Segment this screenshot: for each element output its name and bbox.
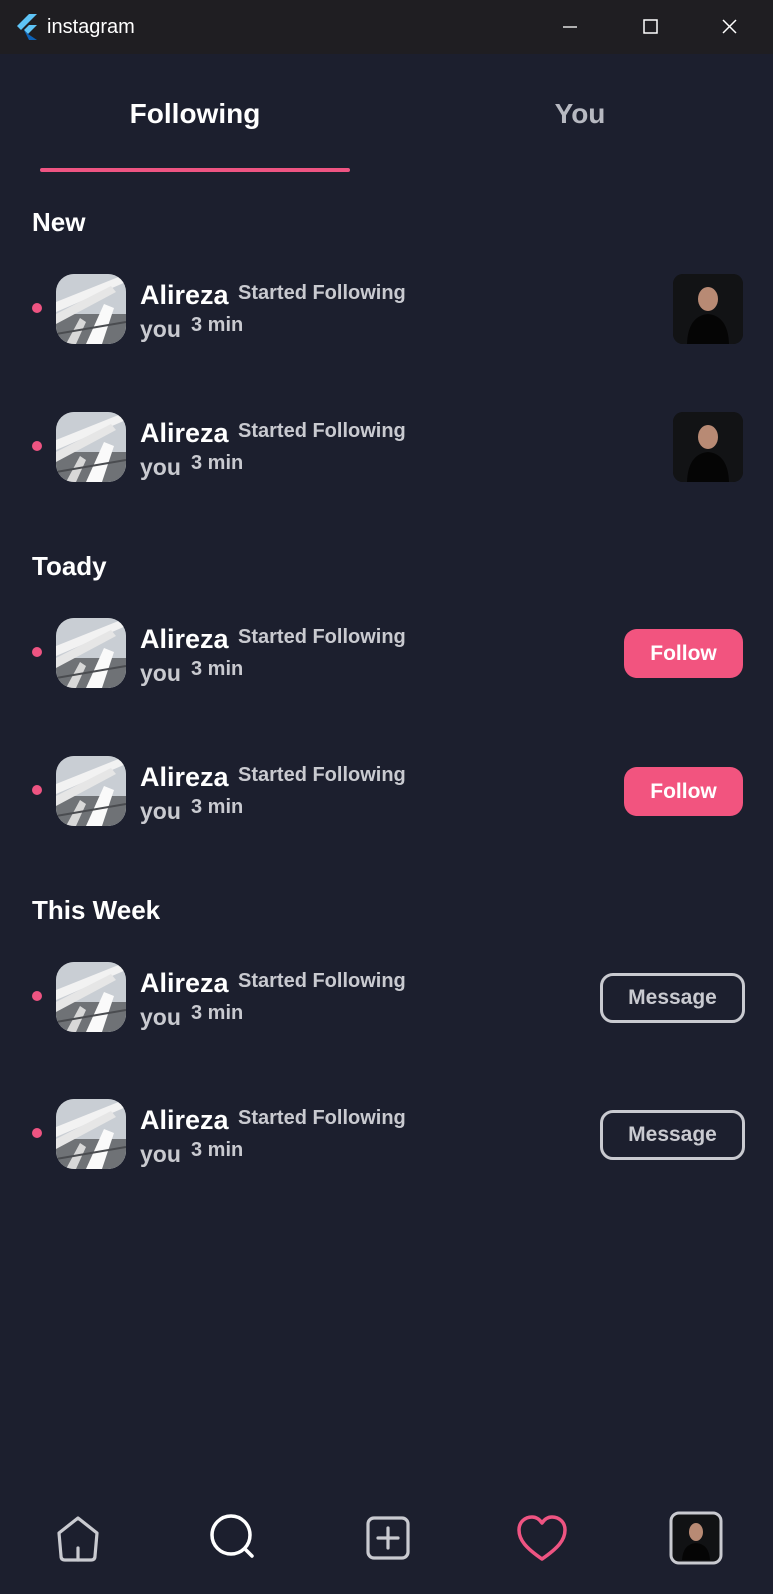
post-thumbnail[interactable] <box>673 274 743 344</box>
notification-time: 3 min <box>191 796 244 818</box>
notification-time: 3 min <box>191 1002 244 1024</box>
notification-row[interactable]: Alireza Started Following you 3 min <box>0 272 773 344</box>
notification-time: 3 min <box>191 658 244 680</box>
post-thumbnail[interactable] <box>673 412 743 482</box>
follow-button[interactable]: Follow <box>624 629 743 678</box>
tab-following[interactable]: Following <box>70 98 320 130</box>
window-title: instagram <box>47 16 135 38</box>
user-avatar[interactable] <box>56 1099 126 1169</box>
unread-dot <box>32 785 42 795</box>
notification-target: you <box>140 1141 181 1167</box>
notification-action: Started Following <box>238 282 406 304</box>
section-title-new: New <box>32 207 86 237</box>
section-title-this-week: This Week <box>32 895 161 925</box>
user-name[interactable]: Alireza <box>140 762 229 793</box>
user-name[interactable]: Alireza <box>140 624 229 655</box>
notification-action: Started Following <box>238 1107 406 1129</box>
bottom-navigation <box>0 1500 773 1580</box>
notification-target: you <box>140 1004 181 1030</box>
user-avatar[interactable] <box>56 618 126 688</box>
notification-action: Started Following <box>238 970 406 992</box>
notification-time: 3 min <box>191 452 244 474</box>
notification-row[interactable]: Alireza Started Following you 3 min Mess… <box>0 960 773 1032</box>
notification-action: Started Following <box>238 626 406 648</box>
unread-dot <box>32 991 42 1001</box>
notification-row[interactable]: Alireza Started Following you 3 min <box>0 410 773 482</box>
notification-row[interactable]: Alireza Started Following you 3 min Foll… <box>0 616 773 688</box>
notification-target: you <box>140 316 181 342</box>
notification-target: you <box>140 660 181 686</box>
window-titlebar: instagram <box>0 0 773 54</box>
notification-target: you <box>140 798 181 824</box>
notification-action: Started Following <box>238 420 406 442</box>
close-icon[interactable] <box>713 12 747 42</box>
activity-tabs: Following You <box>0 54 773 172</box>
user-avatar[interactable] <box>56 412 126 482</box>
heart-icon[interactable] <box>514 1510 570 1566</box>
user-avatar[interactable] <box>56 962 126 1032</box>
user-avatar[interactable] <box>56 756 126 826</box>
unread-dot <box>32 441 42 451</box>
user-name[interactable]: Alireza <box>140 418 229 449</box>
profile-avatar[interactable] <box>668 1510 724 1566</box>
user-name[interactable]: Alireza <box>140 280 229 311</box>
message-button[interactable]: Message <box>600 973 745 1023</box>
section-title-today: Toady <box>32 551 107 581</box>
minimize-icon[interactable] <box>553 12 587 42</box>
notification-time: 3 min <box>191 1139 244 1161</box>
follow-button[interactable]: Follow <box>624 767 743 816</box>
maximize-icon[interactable] <box>633 12 667 42</box>
notification-time: 3 min <box>191 314 244 336</box>
user-name[interactable]: Alireza <box>140 968 229 999</box>
user-avatar[interactable] <box>56 274 126 344</box>
notification-row[interactable]: Alireza Started Following you 3 min Foll… <box>0 754 773 826</box>
notification-row[interactable]: Alireza Started Following you 3 min Mess… <box>0 1097 773 1169</box>
tab-you[interactable]: You <box>455 98 705 130</box>
unread-dot <box>32 647 42 657</box>
user-name[interactable]: Alireza <box>140 1105 229 1136</box>
flutter-logo-icon <box>16 14 38 40</box>
notification-target: you <box>140 454 181 480</box>
unread-dot <box>32 1128 42 1138</box>
notification-action: Started Following <box>238 764 406 786</box>
unread-dot <box>32 303 42 313</box>
active-tab-indicator <box>40 168 350 172</box>
message-button[interactable]: Message <box>600 1110 745 1160</box>
add-post-icon[interactable] <box>360 1510 416 1566</box>
home-icon[interactable] <box>50 1510 106 1566</box>
search-icon[interactable] <box>206 1510 262 1566</box>
